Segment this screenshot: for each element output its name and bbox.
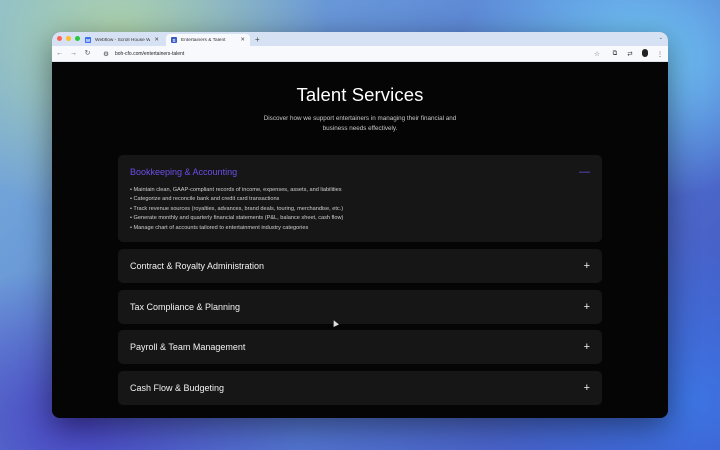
accordion-contract-royalty: Contract & Royalty Administration + bbox=[118, 249, 602, 283]
minimize-window-button[interactable] bbox=[66, 36, 71, 41]
new-tab-button[interactable]: + bbox=[255, 34, 260, 46]
accordion-title: Tax Compliance & Planning bbox=[130, 302, 241, 312]
expand-plus-icon[interactable]: + bbox=[584, 341, 590, 353]
page-subtitle: Discover how we support entertainers in … bbox=[263, 115, 457, 132]
accordion-header[interactable]: Cash Flow & Budgeting + bbox=[118, 371, 602, 405]
list-item: Maintain clean, GAAP-compliant records o… bbox=[130, 186, 590, 195]
browser-toolbar: ← → ↻ ⚙ boh-cfo.com/entertainers-talent … bbox=[52, 46, 668, 62]
tab-label: Webflow - Scroll House Wes... bbox=[95, 37, 151, 43]
accordion-title: Contract & Royalty Administration bbox=[130, 261, 265, 271]
accordion-header[interactable]: Bookkeeping & Accounting — bbox=[118, 155, 602, 189]
browser-window: W Webflow - Scroll House Wes... ✕ S Ente… bbox=[52, 32, 668, 418]
collapse-minus-icon[interactable]: — bbox=[579, 166, 590, 178]
tab-entertainers-talent[interactable]: S Entertainers & Talent ✕ bbox=[166, 34, 250, 46]
list-item: Generate monthly and quarterly financial… bbox=[130, 214, 590, 223]
list-item: Categorize and reconcile bank and credit… bbox=[130, 195, 590, 204]
list-item: Manage chart of accounts tailored to ent… bbox=[130, 224, 590, 233]
accordion-header[interactable]: Contract & Royalty Administration + bbox=[118, 249, 602, 283]
bookmark-star-icon[interactable]: ☆ bbox=[594, 50, 600, 58]
list-item: Track revenue sources (royalties, advanc… bbox=[130, 205, 590, 214]
expand-plus-icon[interactable]: + bbox=[584, 260, 590, 272]
accordion-title: Payroll & Team Management bbox=[130, 342, 246, 352]
address-bar[interactable]: ⚙ boh-cfo.com/entertainers-talent ☆ bbox=[98, 48, 604, 59]
expand-plus-icon[interactable]: + bbox=[584, 301, 590, 313]
accordion-cash-flow: Cash Flow & Budgeting + bbox=[118, 371, 602, 405]
more-menu-icon[interactable]: ⋮ bbox=[656, 50, 664, 58]
maximize-window-button[interactable] bbox=[75, 36, 80, 41]
back-arrow-icon[interactable]: ← bbox=[56, 50, 63, 57]
extensions-icon[interactable]: ⧉ bbox=[611, 50, 619, 58]
translate-icon[interactable]: ⇄ bbox=[626, 50, 634, 58]
site-settings-icon[interactable]: ⚙ bbox=[102, 50, 110, 58]
accordion-header[interactable]: Payroll & Team Management + bbox=[118, 330, 602, 364]
accordion-title: Bookkeeping & Accounting bbox=[130, 167, 238, 177]
page-content: Talent Services Discover how we support … bbox=[52, 62, 668, 418]
tab-bar: W Webflow - Scroll House Wes... ✕ S Ente… bbox=[52, 32, 668, 46]
url-text[interactable]: boh-cfo.com/entertainers-talent bbox=[115, 51, 589, 57]
site-favicon-icon: S bbox=[171, 37, 177, 43]
webflow-favicon-icon: W bbox=[85, 37, 91, 43]
close-tab-icon[interactable]: ✕ bbox=[240, 37, 245, 43]
accordion-header[interactable]: Tax Compliance & Planning + bbox=[118, 290, 602, 324]
profile-avatar-icon[interactable] bbox=[641, 48, 649, 59]
tab-label: Entertainers & Talent bbox=[181, 37, 226, 43]
close-tab-icon[interactable]: ✕ bbox=[154, 37, 159, 43]
window-controls bbox=[57, 36, 80, 41]
reload-icon[interactable]: ↻ bbox=[84, 50, 91, 57]
accordion-title: Cash Flow & Budgeting bbox=[130, 383, 225, 393]
accordion-tax-compliance: Tax Compliance & Planning + bbox=[118, 290, 602, 324]
chevron-down-icon[interactable]: ⌄ bbox=[659, 35, 663, 41]
forward-arrow-icon[interactable]: → bbox=[70, 50, 77, 57]
expand-plus-icon[interactable]: + bbox=[584, 382, 590, 394]
close-window-button[interactable] bbox=[57, 36, 62, 41]
accordion-content: Maintain clean, GAAP-compliant records o… bbox=[118, 186, 602, 233]
accordion-payroll-team: Payroll & Team Management + bbox=[118, 330, 602, 364]
page-title: Talent Services bbox=[296, 84, 424, 105]
accordion-bookkeeping-accounting: Bookkeeping & Accounting — Maintain clea… bbox=[118, 155, 602, 242]
tab-webflow[interactable]: W Webflow - Scroll House Wes... ✕ bbox=[80, 34, 164, 46]
